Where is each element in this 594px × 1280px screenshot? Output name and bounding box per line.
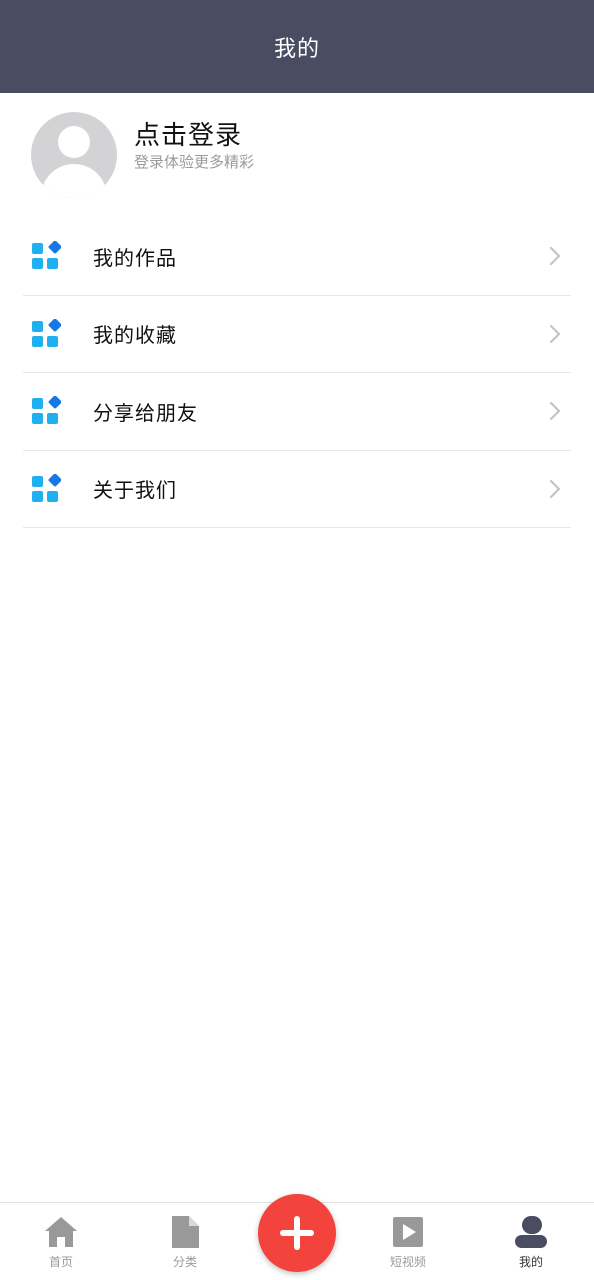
grid-diamond-icon bbox=[32, 318, 61, 347]
menu-item-share[interactable]: 分享给朋友 bbox=[23, 373, 571, 451]
tab-short-video[interactable]: 短视频 bbox=[349, 1203, 467, 1280]
login-title[interactable]: 点击登录 bbox=[134, 115, 242, 152]
chevron-right-icon bbox=[549, 246, 561, 266]
grid-diamond-icon bbox=[32, 396, 61, 424]
avatar-body-shape bbox=[41, 164, 107, 198]
menu-item-my-favorites[interactable]: 我的收藏 bbox=[23, 296, 571, 373]
menu-item-label: 分享给朋友 bbox=[93, 400, 198, 425]
home-icon bbox=[45, 1217, 77, 1247]
menu-item-label: 我的收藏 bbox=[93, 323, 177, 348]
top-header: 我的 bbox=[0, 0, 594, 93]
tab-mine[interactable]: 我的 bbox=[472, 1203, 590, 1280]
page-title: 我的 bbox=[273, 36, 320, 62]
tab-label: 我的 bbox=[518, 1255, 543, 1269]
menu-item-label: 我的作品 bbox=[93, 245, 177, 270]
tab-category[interactable]: 分类 bbox=[126, 1203, 244, 1280]
tab-label: 短视频 bbox=[389, 1255, 426, 1269]
menu-item-my-works[interactable]: 我的作品 bbox=[23, 218, 571, 296]
tab-label: 分类 bbox=[172, 1255, 197, 1269]
profile-login-card[interactable]: 点击登录 登录体验更多精彩 bbox=[0, 93, 594, 213]
chevron-right-icon bbox=[549, 401, 561, 421]
grid-diamond-icon bbox=[32, 241, 61, 269]
play-video-icon bbox=[393, 1217, 423, 1247]
app-root: 我的 点击登录 登录体验更多精彩 我的作品 我的收藏 分享给朋友 关于我们 首页… bbox=[0, 0, 594, 1280]
menu-list: 我的作品 我的收藏 分享给朋友 关于我们 bbox=[23, 218, 571, 528]
menu-item-about-us[interactable]: 关于我们 bbox=[23, 451, 571, 528]
plus-icon bbox=[280, 1216, 314, 1250]
grid-diamond-icon bbox=[32, 473, 61, 502]
menu-item-label: 关于我们 bbox=[93, 478, 177, 503]
document-icon bbox=[172, 1216, 199, 1248]
avatar[interactable] bbox=[31, 112, 117, 198]
login-subtitle: 登录体验更多精彩 bbox=[134, 153, 255, 171]
add-button[interactable] bbox=[258, 1194, 336, 1272]
chevron-right-icon bbox=[549, 324, 561, 343]
tab-label: 首页 bbox=[48, 1255, 73, 1269]
tab-home[interactable]: 首页 bbox=[2, 1203, 120, 1280]
avatar-head-shape bbox=[58, 126, 90, 158]
chevron-right-icon bbox=[549, 479, 561, 498]
user-icon bbox=[515, 1216, 547, 1248]
